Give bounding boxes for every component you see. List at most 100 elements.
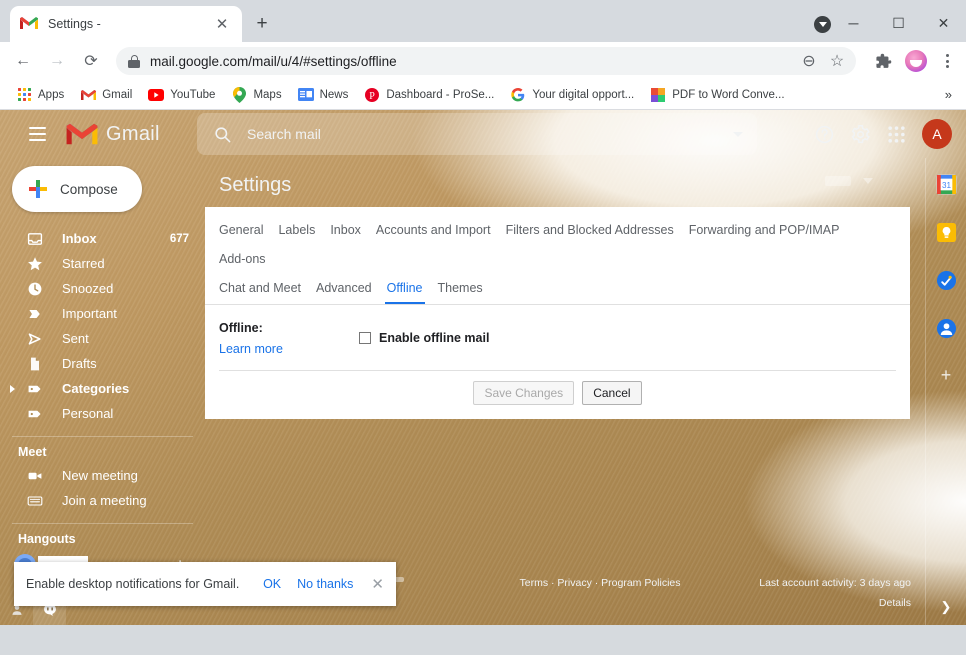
desktop-notifications-toast: Enable desktop notifications for Gmail. … [14,562,396,606]
hangouts-section-title: Hangouts [0,532,205,546]
chevron-right-icon[interactable] [10,385,15,393]
footer-links[interactable]: Terms · Privacy · Program Policies [489,577,711,589]
address-bar[interactable]: mail.google.com/mail/u/4/#settings/offli… [116,47,856,75]
main-menu-icon[interactable] [16,113,58,155]
back-button[interactable]: ← [8,46,38,76]
enable-offline-mail-label: Enable offline mail [379,331,489,345]
close-icon[interactable]: ✕ [371,575,384,593]
window-controls: ─ ☐ ✕ [831,8,966,38]
sidebar-item-personal[interactable]: Personal [0,401,195,426]
meet-items: New meeting Join a meeting [0,463,205,513]
bookmark-your-digital-opportunity[interactable]: Your digital opport... [502,83,642,107]
settings-main: Settings General Labels Inbox Accounts a… [205,158,925,625]
learn-more-link[interactable]: Learn more [219,342,359,356]
compose-button[interactable]: Compose [12,166,142,212]
google-contacts-icon[interactable] [935,317,957,339]
gear-icon[interactable] [842,116,878,152]
zoom-out-icon[interactable]: ⊖ [796,48,822,74]
chevron-down-icon[interactable] [725,132,751,137]
new-tab-button[interactable]: + [248,10,276,38]
reload-button[interactable]: ⟳ [76,46,106,76]
apps-grid-icon[interactable] [878,116,914,152]
settings-tabs-row-2: Chat and Meet Advanced Offline Themes [219,275,896,304]
bookmark-label: News [320,89,349,101]
sidebar-item-categories[interactable]: Categories [0,376,195,401]
svg-text:P: P [370,91,376,102]
maximize-button[interactable]: ☐ [876,8,921,38]
bookmark-star-icon[interactable]: ☆ [824,48,850,74]
google-calendar-icon[interactable]: 31 [935,173,957,195]
tab-labels[interactable]: Labels [278,217,315,246]
sidebar-item-label: Inbox [62,231,97,246]
tab-title: Settings - [48,17,212,31]
tab-advanced[interactable]: Advanced [316,275,372,304]
chrome-profile-avatar[interactable] [905,50,927,72]
sidebar-item-snoozed[interactable]: Snoozed [0,276,195,301]
tab-general[interactable]: General [219,217,263,246]
bookmark-dashboard[interactable]: P Dashboard - ProSe... [356,83,502,107]
plus-icon [28,179,48,199]
sidebar-item-join-meeting[interactable]: Join a meeting [0,488,195,513]
search-input-placeholder[interactable]: Search mail [247,126,725,142]
bookmark-maps[interactable]: Maps [223,83,289,107]
account-activity-block: Last account activity: 3 days ago Detail… [711,577,911,609]
sidebar-item-starred[interactable]: Starred [0,251,195,276]
tab-filters-and-blocked-addresses[interactable]: Filters and Blocked Addresses [506,217,674,246]
bookmark-youtube[interactable]: YouTube [140,83,223,107]
close-icon[interactable]: ✕ [212,14,232,34]
download-indicator-icon[interactable] [814,16,831,33]
window-close-button[interactable]: ✕ [921,8,966,38]
browser-tab[interactable]: Settings - ✕ [10,6,242,42]
sidebar-item-label: New meeting [62,468,138,483]
gmail-brand[interactable]: Gmail [66,122,191,146]
sidebar-nav-list: Inbox 677 Starred Snoozed [0,226,205,426]
chevron-down-icon[interactable] [863,178,873,184]
sidebar-item-important[interactable]: Important [0,301,195,326]
sidebar-item-label: Important [62,306,117,321]
enable-offline-mail-row[interactable]: Enable offline mail [359,319,489,356]
toast-no-thanks-button[interactable]: No thanks [297,577,353,591]
tab-inbox[interactable]: Inbox [330,217,361,246]
minimize-button[interactable]: ─ [831,8,876,38]
bookmark-label: Maps [253,89,281,101]
google-tasks-icon[interactable] [935,269,957,291]
extensions-puzzle-icon[interactable] [868,46,898,76]
bookmark-label: Gmail [102,89,132,101]
tab-chat-and-meet[interactable]: Chat and Meet [219,275,301,304]
important-marker-icon [26,305,44,323]
bookmark-pdf-to-word[interactable]: PDF to Word Conve... [642,83,792,107]
account-avatar[interactable]: A [922,119,952,149]
sidebar-item-inbox[interactable]: Inbox 677 [0,226,195,251]
add-side-panel-app-icon[interactable]: + [926,365,966,386]
tab-forwarding-and-pop-imap[interactable]: Forwarding and POP/IMAP [689,217,840,246]
bookmark-gmail[interactable]: Gmail [72,83,140,107]
google-keep-icon[interactable] [935,221,957,243]
sidebar-item-drafts[interactable]: Drafts [0,351,195,376]
tab-themes[interactable]: Themes [438,275,483,304]
bookmark-apps[interactable]: Apps [8,83,72,107]
sidebar-item-new-meeting[interactable]: New meeting [0,463,195,488]
gmail-wordmark: Gmail [106,123,160,146]
toast-ok-button[interactable]: OK [263,577,281,591]
expand-side-panel-icon[interactable]: ❯ [926,599,966,615]
svg-text:31: 31 [941,180,951,189]
help-icon[interactable] [806,116,842,152]
bookmarks-overflow-icon[interactable]: » [945,87,958,102]
tab-offline[interactable]: Offline [387,275,423,304]
toast-message: Enable desktop notifications for Gmail. [26,577,247,591]
omnibox-actions: ⊖ ☆ [796,48,852,74]
save-changes-button[interactable]: Save Changes [473,381,574,405]
tab-add-ons[interactable]: Add-ons [219,246,266,275]
offline-label-group: Offline: Learn more [219,319,359,356]
enable-offline-mail-checkbox[interactable] [359,332,371,344]
sidebar-item-sent[interactable]: Sent [0,326,195,351]
search-mail-box[interactable]: Search mail [197,113,757,155]
apps-grid-icon [16,87,32,103]
bookmark-news[interactable]: News [290,83,357,107]
forward-button[interactable]: → [42,46,72,76]
tab-accounts-and-import[interactable]: Accounts and Import [376,217,491,246]
inbox-unread-count: 677 [170,233,195,245]
cancel-button[interactable]: Cancel [582,381,641,405]
chrome-menu-icon[interactable] [934,54,960,68]
details-link[interactable]: Details [711,597,911,609]
